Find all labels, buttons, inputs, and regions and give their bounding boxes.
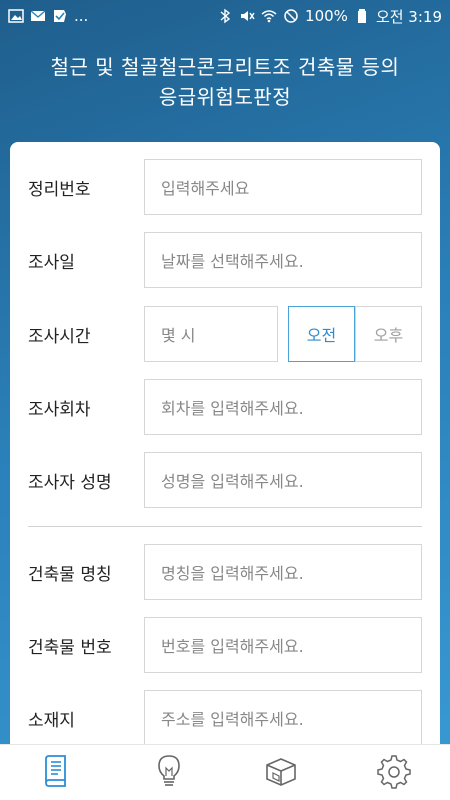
field-label: 조사일 — [28, 252, 75, 273]
field-label: 건축물 번호 — [28, 637, 112, 658]
page-title: 철근 및 철골철근콘크리트조 건축물 등의 응급위험도판정 — [0, 52, 450, 112]
mute-icon — [239, 8, 255, 24]
address-input[interactable]: 주소를 입력해주세요. — [144, 690, 422, 746]
pm-button[interactable]: 오후 — [355, 306, 422, 362]
bottom-nav — [0, 744, 450, 800]
page-title-line1: 철근 및 철골철근콘크리트조 건축물 등의 — [50, 55, 400, 79]
wifi-icon — [261, 8, 277, 24]
field-label: 조사시간 — [28, 326, 91, 347]
status-left: ... — [8, 7, 88, 25]
field-label: 건축물 명칭 — [28, 564, 112, 585]
nav-item-box[interactable] — [251, 745, 311, 800]
field-label: 소재지 — [28, 710, 75, 731]
battery-icon — [354, 8, 370, 24]
form-row-serial-number: 정리번호 입력해주세요 — [10, 159, 440, 215]
serial-number-input[interactable]: 입력해주세요 — [144, 159, 422, 215]
nav-item-settings[interactable] — [364, 745, 424, 800]
no-sign-icon — [283, 8, 299, 24]
survey-hour-input[interactable]: 몇 시 — [144, 306, 278, 362]
box-icon — [263, 753, 299, 793]
survey-date-input[interactable]: 날짜를 선택해주세요. — [144, 232, 422, 288]
lightbulb-icon — [151, 753, 187, 793]
image-icon — [8, 8, 24, 24]
form-row-surveyor-name: 조사자 성명 성명을 입력해주세요. — [10, 452, 440, 508]
status-bar: ... 100% 오전 3:19 — [0, 0, 450, 32]
mail-icon — [30, 8, 46, 24]
ampm-toggle: 오전 오후 — [288, 306, 422, 362]
form-row-building-number: 건축물 번호 번호를 입력해주세요. — [10, 617, 440, 673]
form-row-building-name: 건축물 명칭 명칭을 입력해주세요. — [10, 544, 440, 600]
check-icon — [52, 8, 68, 24]
nav-item-document[interactable] — [26, 745, 86, 800]
bluetooth-icon — [217, 8, 233, 24]
field-label: 정리번호 — [28, 179, 91, 200]
battery-percent: 100% — [305, 7, 348, 25]
section-divider — [28, 526, 422, 527]
nav-item-lightbulb[interactable] — [139, 745, 199, 800]
building-name-input[interactable]: 명칭을 입력해주세요. — [144, 544, 422, 600]
form-row-survey-time: 조사시간 몇 시 오전 오후 — [10, 306, 440, 362]
field-label: 조사회차 — [28, 399, 91, 420]
field-label: 조사자 성명 — [28, 472, 112, 493]
form-card: 정리번호 입력해주세요 조사일 날짜를 선택해주세요. 조사시간 몇 시 오전 … — [10, 142, 440, 752]
am-button[interactable]: 오전 — [288, 306, 355, 362]
building-number-input[interactable]: 번호를 입력해주세요. — [144, 617, 422, 673]
form-row-survey-round: 조사회차 회차를 입력해주세요. — [10, 379, 440, 435]
status-right: 100% 오전 3:19 — [217, 6, 442, 27]
surveyor-name-input[interactable]: 성명을 입력해주세요. — [144, 452, 422, 508]
form-row-survey-date: 조사일 날짜를 선택해주세요. — [10, 232, 440, 288]
status-time: 오전 3:19 — [375, 7, 442, 26]
survey-round-input[interactable]: 회차를 입력해주세요. — [144, 379, 422, 435]
form-row-address: 소재지 주소를 입력해주세요. — [10, 690, 440, 746]
document-icon — [38, 753, 74, 793]
gear-icon — [376, 753, 412, 793]
page-title-line2: 응급위험도판정 — [158, 85, 292, 109]
status-ellipsis: ... — [74, 7, 89, 25]
